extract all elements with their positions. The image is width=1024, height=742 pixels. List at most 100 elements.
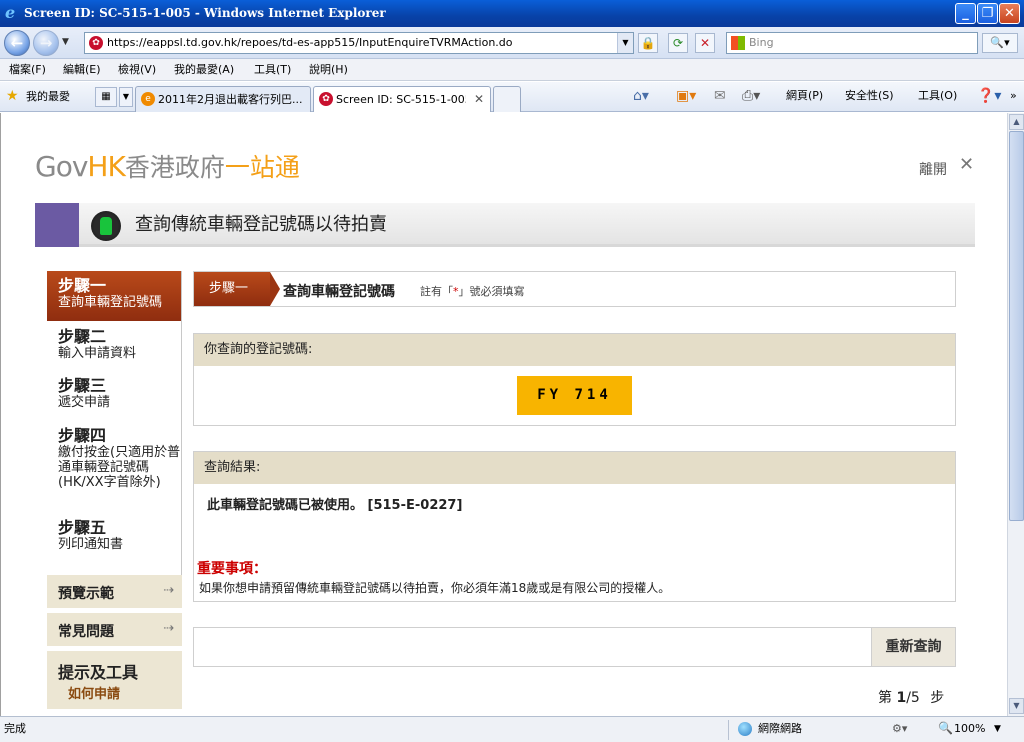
tab-list-dropdown-icon[interactable]: ▼ — [119, 87, 133, 107]
preview-demo-link[interactable]: 預覽示範 ⇢ — [47, 575, 182, 608]
close-icon[interactable]: ✕ — [959, 155, 974, 175]
menu-view[interactable]: 檢視(V) — [118, 63, 156, 77]
step-heading: 步驟五 — [58, 518, 107, 537]
logo-gov: Gov — [35, 150, 88, 183]
tools-menu[interactable]: 工具(O) — [918, 89, 957, 103]
zoom-level[interactable]: 100% — [954, 722, 985, 736]
step-desc: 繳付按金(只適用於普通車輛登記號碼(HK/XX字首除外) — [58, 445, 181, 490]
window-title: Screen ID: SC-515-1-005 - Windows Intern… — [24, 6, 386, 20]
site-favicon-icon: ✿ — [89, 36, 103, 50]
page-banner: 查詢傳統車輛登記號碼以待拍賣 — [35, 203, 975, 247]
indicator-current: 1 — [896, 690, 907, 706]
close-tab-icon[interactable]: ✕ — [474, 92, 484, 106]
title-bar: e Screen ID: SC-515-1-005 - Windows Inte… — [0, 0, 1024, 27]
new-tab-button[interactable] — [493, 86, 521, 112]
zoom-dropdown-icon[interactable]: ▼ — [994, 722, 1001, 736]
minimize-button[interactable]: _ — [955, 3, 976, 24]
side-link-label: 預覽示範 — [58, 586, 114, 602]
menu-file[interactable]: 檔案(F) — [9, 63, 46, 77]
requery-bar: 重新查詢 — [193, 627, 956, 667]
how-to-apply-link[interactable]: 如何申請 — [68, 683, 120, 702]
indicator-suffix: 步 — [930, 690, 945, 706]
security-lock-icon[interactable]: 🔒 — [638, 33, 658, 53]
address-dropdown-icon[interactable]: ▼ — [617, 33, 633, 53]
step-desc: 遞交申請 — [58, 395, 111, 410]
more-commands-icon[interactable]: » — [1010, 89, 1017, 103]
step-desc: 列印通知書 — [58, 537, 124, 552]
menu-tools[interactable]: 工具(T) — [254, 63, 291, 77]
favorites-tab-bar: ★ 我的最愛 ▦ ▼ e 2011年2月退出載客行列巴... ✿ Screen … — [0, 82, 1024, 112]
step-tag: 步驟一 — [194, 272, 280, 306]
arrow-right-icon: ⇢ — [163, 583, 174, 598]
requery-button[interactable]: 重新查詢 — [871, 628, 955, 666]
sidebar-step-1: 步驟一 查詢車輛登記號碼 — [47, 271, 182, 321]
back-button[interactable]: ← — [4, 30, 30, 56]
important-text: 如果你想申請預留傳統車輛登記號碼以待拍賣，你必須年滿18歲或是有限公司的授權人。 — [199, 581, 671, 595]
sidebar-divider — [181, 271, 182, 579]
page-title: 查詢傳統車輛登記號碼以待拍賣 — [135, 214, 387, 235]
sidebar-step-3: 步驟三 遞交申請 — [47, 376, 182, 411]
step-heading: 步驟二 — [58, 327, 107, 346]
forward-button[interactable]: → — [33, 30, 59, 56]
search-button[interactable]: 🔍▾ — [982, 33, 1018, 53]
step-heading: 步驟一 — [58, 276, 107, 295]
scroll-up-icon[interactable]: ▲ — [1009, 114, 1024, 130]
internet-zone-icon — [738, 722, 752, 736]
address-url[interactable]: https://eappsl.td.gov.hk/repoes/td-es-ap… — [107, 36, 513, 50]
feeds-icon[interactable]: ▣▾ — [676, 88, 696, 104]
arrow-right-icon: ⇢ — [163, 621, 174, 636]
faq-link[interactable]: 常見問題 ⇢ — [47, 613, 182, 646]
recent-pages-dropdown-icon[interactable]: ▼ — [62, 37, 69, 47]
required-note: 註有「*」號必須填寫 — [420, 283, 525, 299]
address-bar[interactable]: ✿ https://eappsl.td.gov.hk/repoes/td-es-… — [84, 32, 634, 54]
menu-help[interactable]: 說明(H) — [309, 63, 348, 77]
menu-favorites[interactable]: 我的最愛(A) — [174, 63, 234, 77]
close-window-button[interactable]: ✕ — [999, 3, 1020, 24]
help-icon[interactable]: ❓▾ — [977, 88, 1001, 104]
menu-edit[interactable]: 編輯(E) — [63, 63, 101, 77]
tab-favicon-icon: e — [141, 92, 155, 106]
indicator-total: /5 — [906, 690, 920, 706]
zoom-icon[interactable]: 🔍 — [938, 721, 953, 735]
favorites-button[interactable]: 我的最愛 — [26, 90, 70, 104]
mail-icon[interactable]: ✉ — [714, 88, 726, 104]
safety-menu[interactable]: 安全性(S) — [845, 89, 894, 103]
registration-panel: 你查詢的登記號碼: FY 714 — [193, 333, 956, 426]
search-input[interactable]: Bing — [726, 32, 978, 54]
tab-current[interactable]: ✿ Screen ID: SC-515-1-005 ✕ — [313, 86, 491, 112]
favorites-star-icon[interactable]: ★ — [6, 88, 19, 104]
quick-tabs-icon[interactable]: ▦ — [95, 87, 117, 107]
logo-hk: HK — [87, 150, 125, 183]
step-heading: 步驟三 — [58, 376, 107, 395]
registration-plate: FY 714 — [517, 376, 632, 415]
scroll-thumb[interactable] — [1009, 131, 1024, 521]
protected-mode-icon[interactable]: ⚙▾ — [892, 722, 907, 736]
security-zone[interactable]: 網際網路 — [758, 722, 802, 736]
step-title: 查詢車輛登記號碼 — [283, 284, 395, 300]
tab-label: Screen ID: SC-515-1-005 — [336, 93, 466, 106]
logout-link[interactable]: 離開 — [919, 159, 947, 179]
refresh-button[interactable]: ⟳ — [668, 33, 688, 53]
step-header: 步驟一 查詢車輛登記號碼 註有「*」號必須填寫 — [193, 271, 956, 307]
page-menu[interactable]: 網頁(P) — [786, 89, 823, 103]
vertical-scrollbar[interactable]: ▲ ▼ — [1007, 113, 1024, 716]
scroll-down-icon[interactable]: ▼ — [1009, 698, 1024, 714]
menu-bar: 檔案(F) 編輯(E) 檢視(V) 我的最愛(A) 工具(T) 說明(H) — [0, 59, 1024, 81]
print-icon[interactable]: ⎙▾ — [742, 88, 760, 104]
tab-news[interactable]: e 2011年2月退出載客行列巴... — [135, 86, 311, 112]
page-viewport: GovHK香港政府一站通 離開 ✕ 查詢傳統車輛登記號碼以待拍賣 步驟一 查詢車… — [0, 113, 1007, 716]
maximize-button[interactable]: ❐ — [977, 3, 998, 24]
govhk-logo[interactable]: GovHK香港政府一站通 — [35, 151, 300, 184]
banner-stripe — [35, 203, 79, 247]
bing-icon — [731, 36, 745, 50]
ie-logo-icon: e — [5, 3, 16, 22]
tab-label: 2011年2月退出載客行列巴... — [158, 93, 303, 106]
tab-favicon-icon: ✿ — [319, 92, 333, 106]
status-bar: 完成 網際網路 ⚙▾ 🔍 100% ▼ — [0, 716, 1024, 742]
status-text: 完成 — [4, 722, 26, 735]
step-heading: 步驟四 — [58, 426, 107, 445]
step-desc: 查詢車輛登記號碼 — [58, 295, 163, 310]
stop-button[interactable]: ✕ — [695, 33, 715, 53]
indicator-prefix: 第 — [878, 690, 892, 706]
home-icon[interactable]: ⌂▾ — [633, 88, 649, 104]
